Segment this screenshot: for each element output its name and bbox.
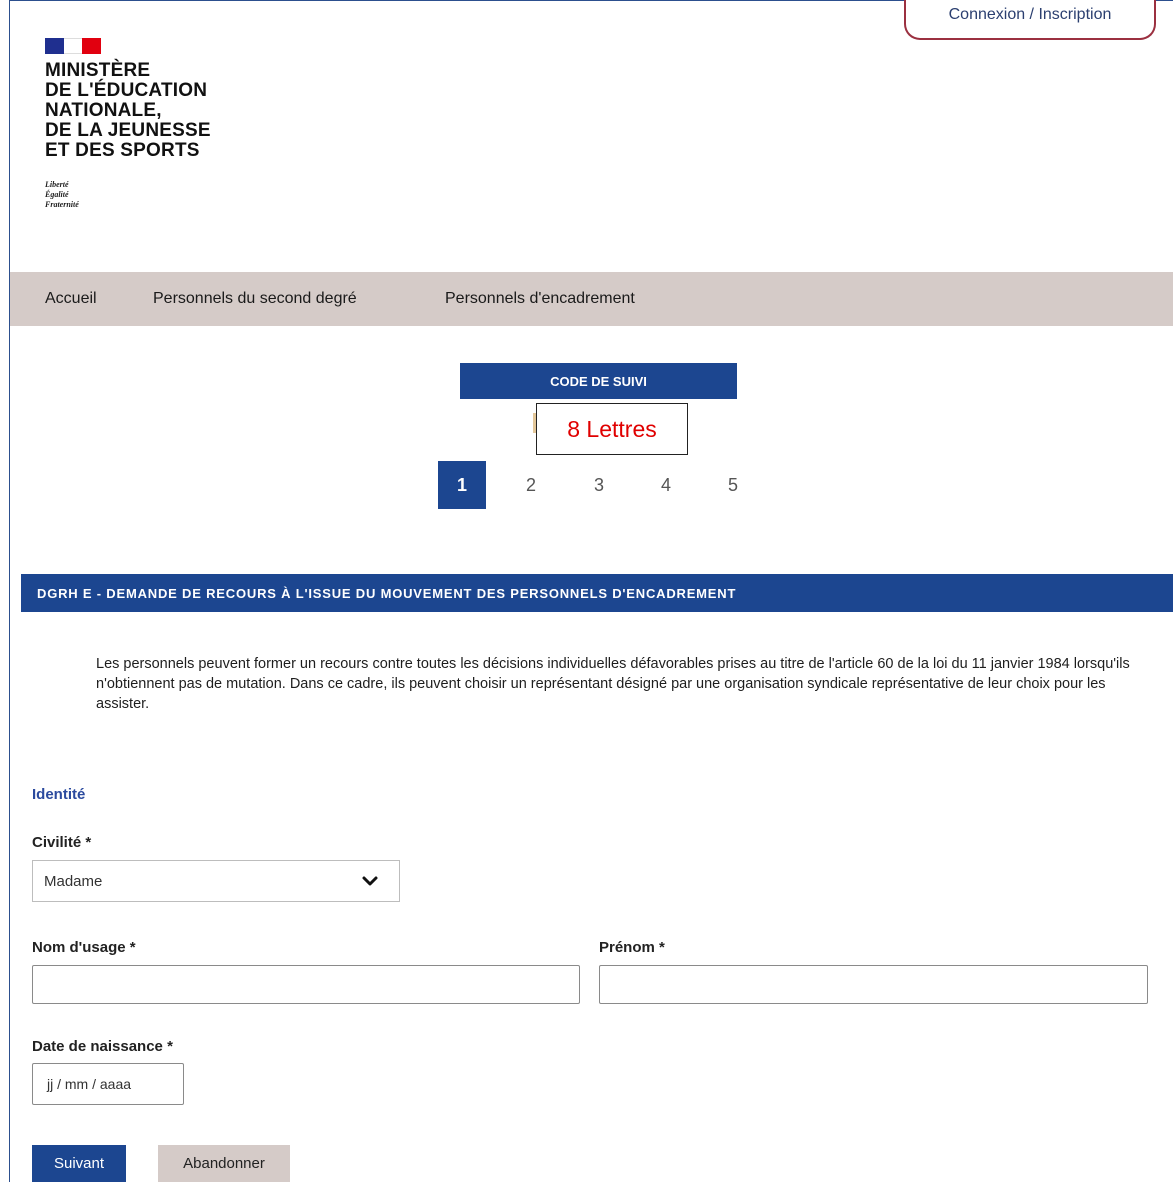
tracking-code-header: CODE DE SUIVI [460, 363, 737, 399]
firstname-input[interactable] [599, 965, 1148, 1004]
birthdate-placeholder: jj / mm / aaaa [47, 1076, 132, 1092]
nav-item-management-staff[interactable]: Personnels d'encadrement [445, 290, 635, 308]
cancel-button[interactable]: Abandonner [158, 1145, 290, 1182]
step-3[interactable]: 3 [575, 461, 623, 509]
login-register-label: Connexion / Inscription [948, 6, 1112, 23]
step-4[interactable]: 4 [642, 461, 690, 509]
intro-paragraph: Les personnels peuvent former un recours… [96, 656, 1130, 712]
civility-select[interactable]: Madame [32, 860, 400, 902]
step-1[interactable]: 1 [438, 461, 486, 509]
step-5[interactable]: 5 [709, 461, 757, 509]
firstname-label: Prénom * [599, 939, 665, 956]
tracking-code-annotation: 8 Lettres [536, 403, 688, 455]
marianne-flag-logo [45, 38, 102, 54]
step-2[interactable]: 2 [507, 461, 555, 509]
section-title: DGRH E - DEMANDE DE RECOURS À L'ISSUE DU… [21, 574, 1173, 612]
birthdate-label: Date de naissance * [32, 1038, 173, 1055]
chevron-down-icon [362, 876, 378, 886]
nav-item-second-degree[interactable]: Personnels du second degré [153, 290, 357, 308]
identity-group-title: Identité [32, 786, 86, 803]
lastname-input[interactable] [32, 965, 580, 1004]
birthdate-input[interactable]: jj / mm / aaaa [32, 1063, 184, 1105]
nav-item-home[interactable]: Accueil [45, 290, 97, 308]
lastname-label: Nom d'usage * [32, 939, 136, 956]
login-register-button[interactable]: Connexion / Inscription [904, 0, 1156, 40]
page-border-left [9, 0, 10, 1182]
civility-selected-value: Madame [44, 872, 103, 890]
republic-motto: Liberté Égalité Fraternité [45, 180, 79, 209]
next-button[interactable]: Suivant [32, 1145, 126, 1182]
section-title-text: DGRH E - DEMANDE DE RECOURS À L'ISSUE DU… [37, 585, 737, 601]
civility-label: Civilité * [32, 834, 92, 851]
main-nav: Accueil Personnels du second degré Perso… [10, 272, 1173, 326]
ministry-name: MINISTÈRE DE L'ÉDUCATION NATIONALE, DE L… [45, 60, 211, 161]
